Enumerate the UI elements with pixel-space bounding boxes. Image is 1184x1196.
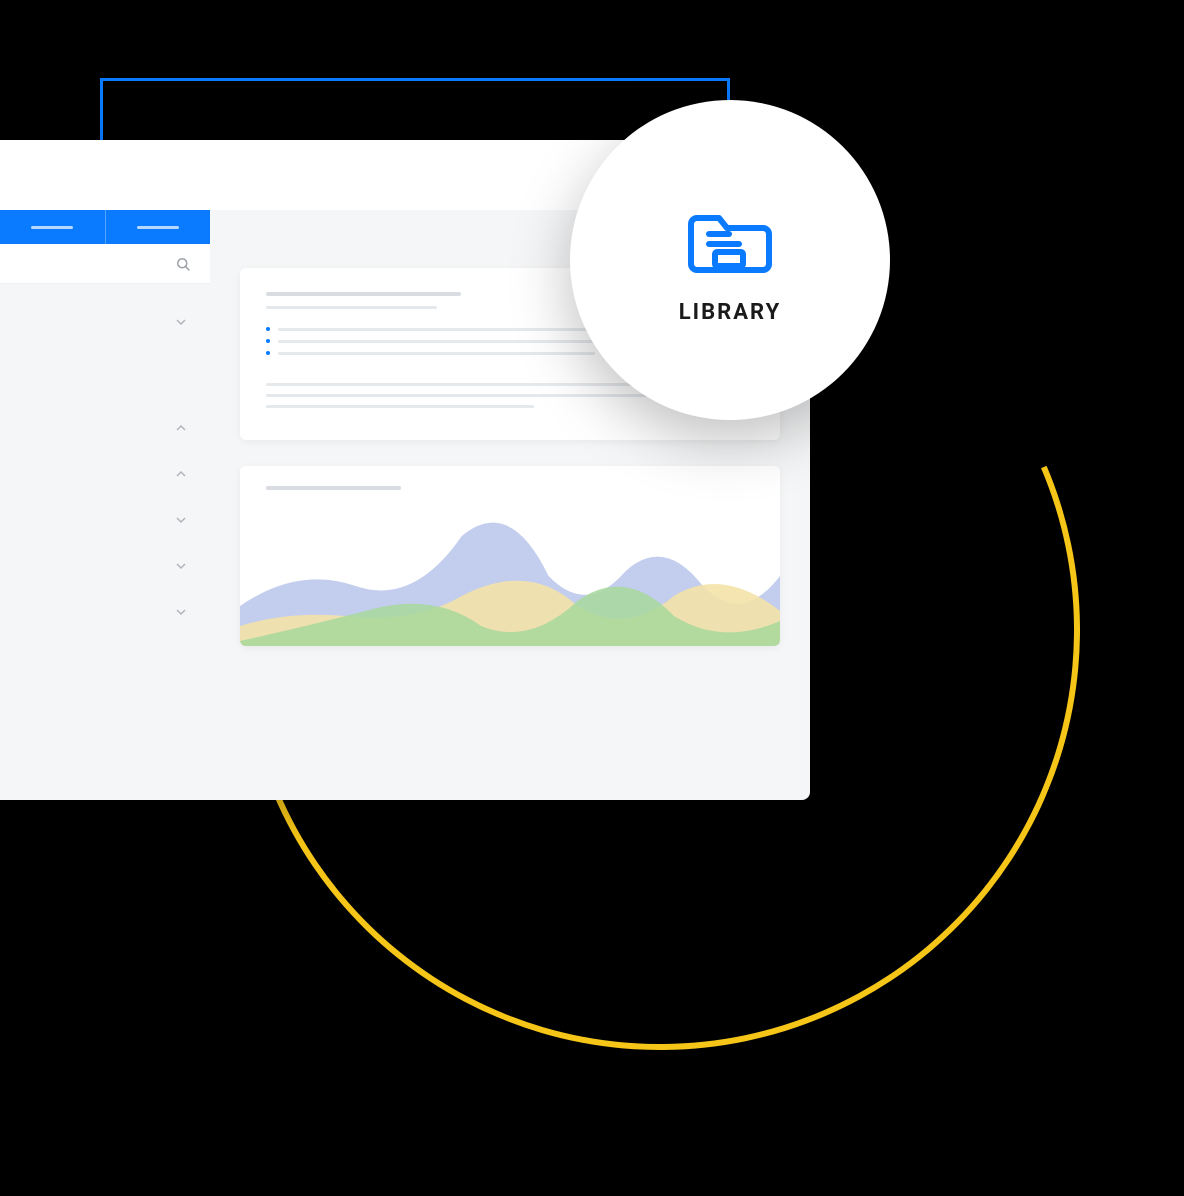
chevron-down-icon [176,556,186,566]
bullet-icon [266,327,270,331]
sidebar-item[interactable] [0,400,210,446]
bullet-icon [266,351,270,355]
skeleton-line [266,394,705,397]
search-bar[interactable] [0,244,210,284]
tab-strip [0,210,210,244]
chevron-up-icon [176,418,186,428]
callout-connector [100,78,730,81]
skeleton-line [266,405,534,408]
sidebar-item[interactable] [0,584,210,630]
search-icon [174,255,192,273]
area-chart [240,516,780,646]
sidebar-item[interactable] [0,446,210,492]
chart-card [240,466,780,646]
chevron-down-icon [176,510,186,520]
callout-label: LIBRARY [679,300,781,325]
bullet-icon [266,339,270,343]
library-folder-icon [685,196,775,276]
sidebar-item[interactable] [0,538,210,584]
sidebar [0,244,210,800]
sidebar-nav [0,284,210,630]
skeleton-line [266,383,656,386]
skeleton-heading [266,292,461,296]
tab-2[interactable] [105,210,211,244]
chevron-down-icon [176,602,186,612]
sidebar-item[interactable] [0,294,210,340]
tab-1[interactable] [0,210,105,244]
chevron-up-icon [176,464,186,474]
chevron-down-icon [176,312,186,322]
sidebar-item[interactable] [0,492,210,538]
skeleton-subheading [266,306,437,309]
library-callout: LIBRARY [570,100,890,420]
skeleton-chart-title [266,486,401,490]
